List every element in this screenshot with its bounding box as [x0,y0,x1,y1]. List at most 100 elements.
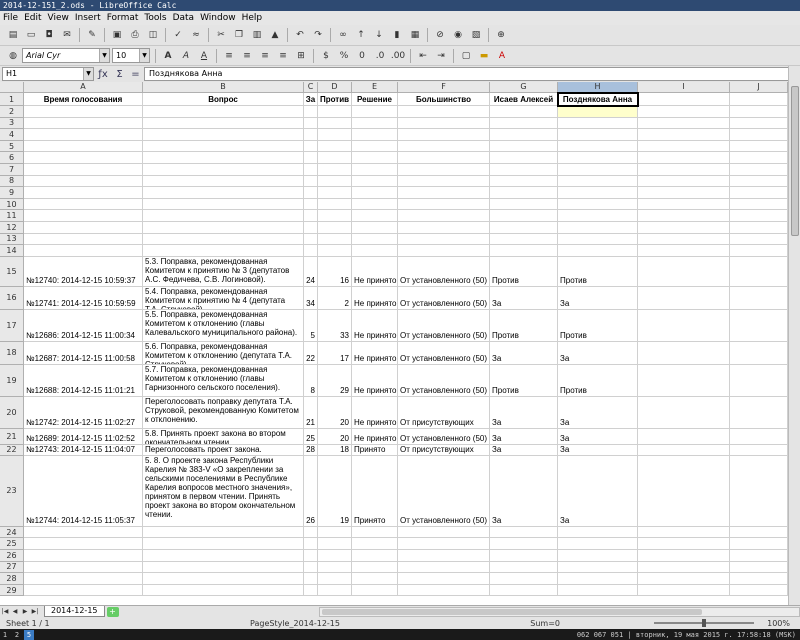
font-name-select[interactable]: Arial Cyr ▼ [22,48,110,63]
empty-cell[interactable] [490,187,558,199]
empty-cell[interactable] [24,106,143,118]
table-cell[interactable]: 20 [318,396,352,429]
empty-cell[interactable] [352,175,398,188]
row-header[interactable]: 6 [0,152,24,164]
empty-cell[interactable] [24,550,143,562]
empty-cell[interactable] [490,175,558,188]
empty-cell[interactable] [638,140,730,153]
menu-insert[interactable]: Insert [72,13,104,23]
table-cell[interactable]: Не принято [352,428,398,445]
sort-ascending-icon[interactable]: ↑ [354,28,368,42]
row-header[interactable]: 9 [0,187,24,199]
empty-cell[interactable] [143,117,304,130]
empty-cell[interactable] [490,526,558,539]
table-cell[interactable]: №12742: 2014-12-15 11:02:27 [24,396,143,429]
table-cell[interactable]: 24 [304,256,318,287]
help-icon[interactable]: ⊕ [494,28,508,42]
empty-cell[interactable] [638,309,730,342]
align-right-icon[interactable]: ≡ [258,49,272,63]
table-cell[interactable]: За [558,286,638,310]
table-cell[interactable]: 25 [304,428,318,445]
empty-cell[interactable] [398,129,490,141]
font-size-select[interactable]: 10 ▼ [112,48,150,63]
empty-cell[interactable] [398,526,490,539]
table-cell[interactable]: От присутствующих [398,444,490,456]
table-cell[interactable]: 28 [304,444,318,456]
table-cell[interactable]: Не принято [352,286,398,310]
empty-cell[interactable] [730,222,788,234]
table-cell[interactable]: 2 [318,286,352,310]
table-cell[interactable]: 33 [318,309,352,342]
print-preview-icon[interactable]: ◫ [146,28,160,42]
empty-cell[interactable] [638,538,730,550]
empty-cell[interactable] [730,117,788,130]
row-header[interactable]: 27 [0,561,24,574]
empty-cell[interactable] [318,538,352,550]
empty-cell[interactable] [143,198,304,211]
align-center-icon[interactable]: ≡ [240,49,254,63]
empty-cell[interactable] [398,106,490,118]
empty-cell[interactable] [398,198,490,211]
question-cell[interactable]: 5. 8. О проекте закона Республики Карели… [143,455,304,527]
empty-cell[interactable] [398,164,490,176]
row-header[interactable]: 4 [0,129,24,141]
chart-icon[interactable]: ▮ [390,28,404,42]
table-cell[interactable]: От установленного (50) [398,309,490,342]
empty-cell[interactable] [730,256,788,287]
empty-cell[interactable] [318,129,352,141]
empty-cell[interactable] [638,444,730,456]
empty-cell[interactable] [143,538,304,550]
empty-cell[interactable] [730,538,788,550]
increase-indent-icon[interactable]: ⇥ [434,49,448,63]
column-header-d[interactable]: D [318,82,352,93]
question-cell[interactable]: Переголосовать проект закона. [143,444,304,456]
empty-cell[interactable] [143,175,304,188]
table-cell[interactable]: 17 [318,341,352,365]
empty-cell[interactable] [352,210,398,222]
row-header[interactable]: 8 [0,175,24,188]
empty-cell[interactable] [318,550,352,562]
workspace-5[interactable]: 5 [24,629,34,640]
empty-cell[interactable] [24,210,143,222]
name-box[interactable]: H1 ▼ [2,67,94,81]
empty-cell[interactable] [730,175,788,188]
table-cell[interactable]: 22 [304,341,318,365]
empty-cell[interactable] [558,140,638,153]
empty-cell[interactable] [490,550,558,562]
empty-cell[interactable] [352,538,398,550]
row-header[interactable]: 17 [0,309,24,342]
question-cell[interactable]: Переголосовать поправку депутата Т.А. Ст… [143,396,304,429]
empty-cell[interactable] [352,233,398,246]
first-sheet-icon[interactable]: |◀ [0,607,10,617]
row-header[interactable]: 7 [0,164,24,176]
empty-cell[interactable] [490,140,558,153]
question-cell[interactable]: 5.6. Поправка, рекомендованная Комитетом… [143,341,304,365]
empty-cell[interactable] [638,152,730,164]
sheet-tab[interactable]: 2014-12-15 [44,606,105,617]
table-cell[interactable]: №12744: 2014-12-15 11:05:37 [24,455,143,527]
italic-icon[interactable]: A [179,49,193,63]
empty-cell[interactable] [638,164,730,176]
table-cell[interactable]: За [558,428,638,445]
header-cell[interactable]: Против [318,93,352,106]
empty-cell[interactable] [638,222,730,234]
empty-cell[interactable] [24,538,143,550]
empty-cell[interactable] [352,561,398,574]
empty-cell[interactable] [318,573,352,585]
column-header-a[interactable]: A [24,82,143,93]
empty-cell[interactable] [558,573,638,585]
empty-cell[interactable] [638,561,730,574]
empty-cell[interactable] [638,256,730,287]
empty-cell[interactable] [24,175,143,188]
table-cell[interactable]: От установленного (50) [398,455,490,527]
row-header[interactable]: 25 [0,538,24,550]
empty-cell[interactable] [638,117,730,130]
underline-icon[interactable]: A [197,49,211,63]
empty-cell[interactable] [558,198,638,211]
empty-cell[interactable] [352,526,398,539]
font-color-icon[interactable]: A [495,49,509,63]
bold-icon[interactable]: A [161,49,175,63]
question-cell[interactable]: 5.7. Поправка, рекомендованная Комитетом… [143,364,304,397]
empty-cell[interactable] [318,198,352,211]
last-sheet-icon[interactable]: ▶| [30,607,40,617]
